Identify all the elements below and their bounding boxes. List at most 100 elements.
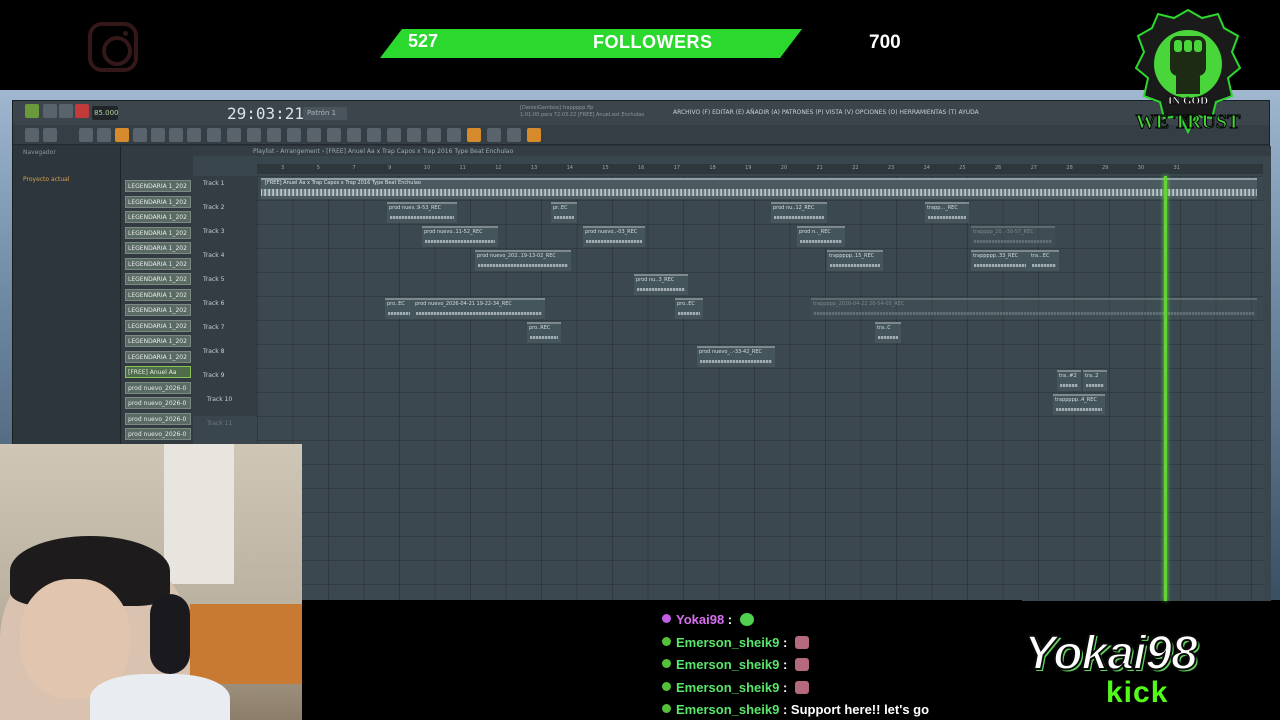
timeline-ruler[interactable]: 3 5 7 9 10 11 12 13 14 15 16 17 18 19 20 21 22 23 24 25 26 27… — [257, 164, 1263, 174]
play-icon[interactable] — [43, 104, 57, 118]
tempo-display[interactable]: 85.000 — [92, 106, 119, 120]
audio-clip[interactable]: prod nuevo_2026-04-21 19-22-34_REC — [413, 298, 545, 319]
tool-icon[interactable] — [347, 128, 361, 142]
channel-button[interactable]: LEGENDARIA 1_202 — [125, 195, 191, 208]
audio-clip[interactable]: pro..EC — [385, 298, 413, 319]
channel-button[interactable]: prod nuevo_2026-0 — [125, 428, 191, 440]
audio-clip[interactable]: pro..REC — [527, 322, 561, 343]
channel-button[interactable]: prod nuevo_2026-0 — [125, 381, 191, 394]
tool-icon[interactable] — [43, 128, 57, 142]
stream-frame: 527 FOLLOWERS 700 85.000 29:03:21 Patrón… — [0, 0, 1280, 720]
main-menu[interactable]: ARCHIVO (F) EDITAR (E) AÑADIR (A) PATRON… — [673, 109, 979, 116]
track-header[interactable]: Track 9 — [203, 372, 224, 379]
tool-icon[interactable] — [133, 128, 147, 142]
browser-item-current-project[interactable]: Proyecto actual — [23, 176, 69, 183]
audio-clip[interactable]: prod nuev..9-53_REC — [387, 202, 457, 223]
track-header[interactable]: Track 5 — [203, 276, 224, 283]
chat-username[interactable]: Yokai98 — [676, 612, 724, 627]
channel-button[interactable]: LEGENDARIA 1_202 — [125, 226, 191, 239]
channel-list: LEGENDARIA 1_202 LEGENDARIA 1_202 LEGENDAR… — [121, 146, 193, 446]
audio-clip[interactable]: prod nuevo_202..19-13-02_REC — [475, 250, 571, 271]
channel-button[interactable]: LEGENDARIA 1_202 — [125, 304, 191, 316]
playlist-grid[interactable]: [FREE] Anuel Aa x Trap Capos x Trap 2016… — [257, 176, 1263, 601]
chat-username[interactable]: Emerson_sheik9 — [676, 635, 779, 650]
record-icon[interactable] — [75, 104, 89, 118]
audio-clip[interactable]: trapp..._REC — [925, 202, 969, 223]
stop-icon[interactable] — [59, 104, 73, 118]
channel-button[interactable]: LEGENDARIA 1_202 — [125, 350, 191, 363]
audio-clip[interactable]: trappppp..33_REC — [971, 250, 1029, 271]
audio-clip[interactable]: prod nu..3_REC — [634, 274, 688, 295]
tool-icon[interactable] — [447, 128, 461, 142]
channel-button[interactable]: LEGENDARIA 1_202 — [125, 335, 191, 347]
channel-button[interactable]: LEGENDARIA 1_202 — [125, 257, 191, 270]
audio-clip[interactable]: trappppp_2026-04-22 20-54-05_REC — [811, 298, 1257, 319]
tool-icon[interactable] — [507, 128, 521, 142]
tool-icon[interactable] — [247, 128, 261, 142]
tool-icon[interactable] — [97, 128, 111, 142]
channel-button[interactable]: LEGENDARIA 1_202 — [125, 242, 191, 254]
audio-clip[interactable]: pr..EC — [551, 202, 577, 223]
tool-icon[interactable] — [227, 128, 241, 142]
audio-clip[interactable]: tra..2 — [1083, 370, 1107, 391]
tool-icon[interactable] — [79, 128, 93, 142]
track-header[interactable]: Track 1 — [203, 180, 224, 187]
track-header[interactable]: Track 11 — [207, 420, 232, 427]
track-header[interactable]: Track 4 — [203, 252, 224, 259]
channel-button[interactable]: LEGENDARIA 1_202 — [125, 273, 191, 285]
chat-message: Emerson_sheik9 : Support here!! let's go — [662, 702, 929, 720]
audio-clip[interactable]: tra..C — [875, 322, 901, 343]
channel-button[interactable]: LEGENDARIA 1_202 — [125, 319, 191, 332]
tool-icon[interactable] — [407, 128, 421, 142]
chat-username[interactable]: Emerson_sheik9 — [676, 680, 779, 695]
tool-icon[interactable] — [267, 128, 281, 142]
audio-clip[interactable]: tra...EC — [1029, 250, 1059, 271]
channel-button[interactable]: LEGENDARIA 1_202 — [125, 211, 191, 223]
tool-icon[interactable] — [287, 128, 301, 142]
track-header[interactable]: Track 10 — [207, 396, 232, 403]
tool-icon[interactable] — [367, 128, 381, 142]
ruler-tick: 16 — [638, 165, 645, 171]
track-header[interactable]: Track 7 — [203, 324, 224, 331]
tool-icon[interactable] — [307, 128, 321, 142]
tool-icon[interactable] — [187, 128, 201, 142]
audio-clip[interactable]: prod nuevo..11-52_REC — [422, 226, 498, 247]
tool-icon[interactable] — [387, 128, 401, 142]
audio-clip[interactable]: trappppp..15_REC — [827, 250, 883, 271]
chat-username[interactable]: Emerson_sheik9 — [676, 657, 779, 672]
tool-icon[interactable] — [169, 128, 183, 142]
tool-icon[interactable] — [151, 128, 165, 142]
channel-button[interactable]: prod nuevo_2026-0 — [125, 397, 191, 409]
song-mode-button[interactable] — [25, 104, 39, 118]
tool-icon[interactable] — [25, 128, 39, 142]
track-header[interactable]: Track 2 — [203, 204, 224, 211]
channel-button[interactable]: prod nuevo_2026-0 — [125, 412, 191, 425]
audio-clip[interactable]: prod nu..12_REC — [771, 202, 827, 223]
playhead[interactable] — [1164, 176, 1167, 601]
tool-icon[interactable] — [527, 128, 541, 142]
track-header[interactable]: Track 6 — [203, 300, 224, 307]
audio-clip[interactable]: trappppp..4_REC — [1053, 394, 1105, 415]
channel-button[interactable]: LEGENDARIA 1_202 — [125, 288, 191, 301]
main-audio-clip[interactable]: [FREE] Anuel Aa x Trap Capos x Trap 2016… — [261, 178, 1257, 199]
tool-icon[interactable] — [115, 128, 129, 142]
chat-separator: : — [779, 702, 791, 717]
tool-icon[interactable] — [207, 128, 221, 142]
chat-username[interactable]: Emerson_sheik9 — [676, 702, 779, 717]
track-header[interactable]: Track 8 — [203, 348, 224, 355]
audio-clip[interactable]: pro..EC — [675, 298, 703, 319]
webcam-feed — [0, 444, 302, 720]
tool-icon[interactable] — [467, 128, 481, 142]
audio-clip[interactable]: prod n.._REC — [797, 226, 845, 247]
audio-clip[interactable]: trapppp_20..-30-57_REC — [971, 226, 1055, 247]
tool-icon[interactable] — [427, 128, 441, 142]
pattern-selector[interactable]: Patrón 1 — [303, 107, 347, 120]
channel-button[interactable]: LEGENDARIA 1_202 — [125, 180, 191, 192]
channel-button[interactable]: [FREE] Anuel Aa — [125, 366, 191, 378]
audio-clip[interactable]: prod nuevo_..-33-42_REC — [697, 346, 775, 367]
tool-icon[interactable] — [327, 128, 341, 142]
audio-clip[interactable]: prod nuevo..-03_REC — [583, 226, 645, 247]
audio-clip[interactable]: tra..#2 — [1057, 370, 1081, 391]
tool-icon[interactable] — [487, 128, 501, 142]
track-header[interactable]: Track 3 — [203, 228, 224, 235]
